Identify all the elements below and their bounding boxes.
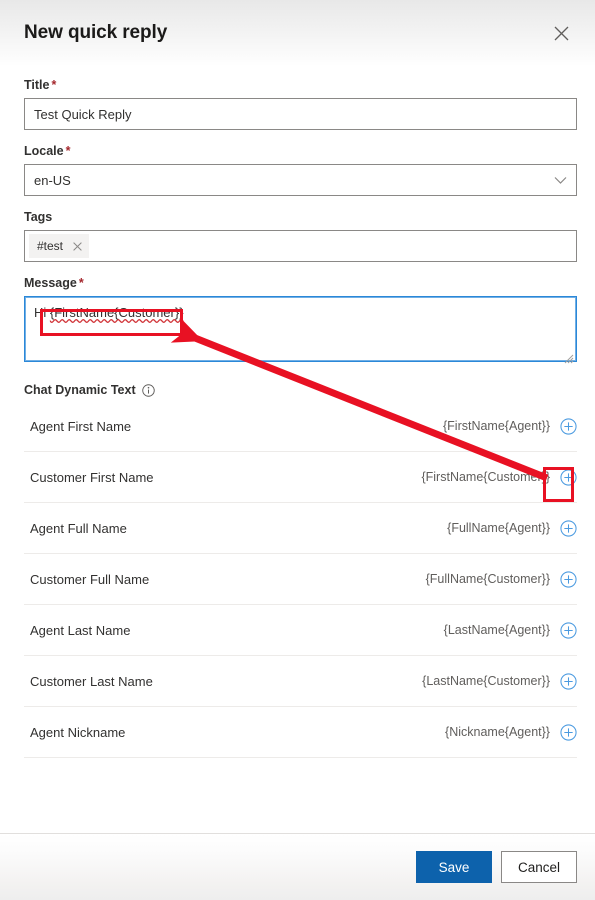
plus-circle-icon[interactable] [559,417,577,435]
dynamic-text-name: Customer Full Name [30,571,150,587]
plus-circle-icon[interactable] [559,519,577,537]
tags-label-text: Tags [24,210,53,224]
close-icon[interactable] [545,17,577,49]
plus-circle-icon[interactable] [559,723,577,741]
dynamic-text-name: Customer Last Name [30,673,153,689]
tags-label: Tags [24,210,577,224]
message-label-text: Message [24,276,77,290]
new-quick-reply-dialog: New quick reply Title* Locale* en-US [0,0,595,900]
message-field-group: Message * Hi {FirstName{Customer}} [24,276,577,367]
dialog-footer: Save Cancel [0,833,595,900]
locale-selected-value: en-US [34,172,71,188]
dynamic-text-name: Customer First Name [30,469,154,485]
message-label: Message * [24,276,577,290]
tags-input[interactable]: #test [24,230,577,262]
tags-field-group: Tags #test [24,210,577,262]
title-required-marker: * [51,78,57,92]
table-row[interactable]: Agent Full Name {FullName{Agent}} [24,503,577,554]
locale-field-group: Locale * en-US [24,144,577,196]
chat-dynamic-text-label: Chat Dynamic Text [24,383,136,397]
dynamic-text-value: {FullName{Customer}} [425,572,550,586]
save-button[interactable]: Save [415,851,492,883]
dynamic-text-value: {FirstName{Customer}} [421,470,550,484]
plus-circle-icon[interactable] [559,570,577,588]
table-row[interactable]: Customer First Name {FirstName{Customer}… [24,452,577,503]
dynamic-text-value: {Nickname{Agent}} [445,725,550,739]
tag-pill: #test [29,234,90,258]
tag-remove-close-icon[interactable] [73,241,82,251]
locale-required-marker: * [65,144,71,158]
locale-select[interactable]: en-US [24,164,577,196]
plus-circle-icon[interactable] [559,621,577,639]
title-input[interactable] [24,98,577,130]
dialog-header: New quick reply [0,0,595,66]
message-textarea[interactable] [24,296,577,362]
tag-label: #test [37,239,64,253]
message-required-marker: * [78,276,84,290]
title-label: Title * [24,78,577,92]
plus-circle-icon[interactable] [559,672,577,690]
chevron-down-icon [554,176,567,185]
dynamic-text-name: Agent Nickname [30,724,126,740]
message-input-wrapper: Hi {FirstName{Customer}} [24,296,577,367]
table-row[interactable]: Agent Last Name {LastName{Agent}} [24,605,577,656]
dynamic-text-value: {LastName{Agent}} [443,623,550,637]
title-field-group: Title * [24,78,577,130]
locale-label: Locale * [24,144,577,158]
table-row[interactable]: Customer Last Name {LastName{Customer}} [24,656,577,707]
dynamic-text-name: Agent First Name [30,418,132,434]
dynamic-text-name: Agent Full Name [30,520,127,536]
plus-circle-icon[interactable] [559,468,577,486]
cancel-button[interactable]: Cancel [500,851,577,883]
dynamic-text-name: Agent Last Name [30,622,131,638]
dynamic-text-list: Agent First Name {FirstName{Agent}} Cust… [24,401,577,758]
info-icon[interactable] [141,383,155,397]
dynamic-text-value: {FullName{Agent}} [447,521,550,535]
locale-label-text: Locale [24,144,64,158]
dynamic-text-value: {FirstName{Agent}} [442,419,550,433]
table-row[interactable]: Agent Nickname {Nickname{Agent}} [24,707,577,758]
table-row[interactable]: Agent First Name {FirstName{Agent}} [24,401,577,452]
chat-dynamic-text-heading: Chat Dynamic Text [24,383,577,397]
dynamic-text-value: {LastName{Customer}} [422,674,550,688]
table-row[interactable]: Customer Full Name {FullName{Customer}} [24,554,577,605]
dialog-body: Title* Locale* en-US Tags [0,66,595,833]
page-title: New quick reply [24,22,168,43]
title-label-text: Title [24,78,50,92]
